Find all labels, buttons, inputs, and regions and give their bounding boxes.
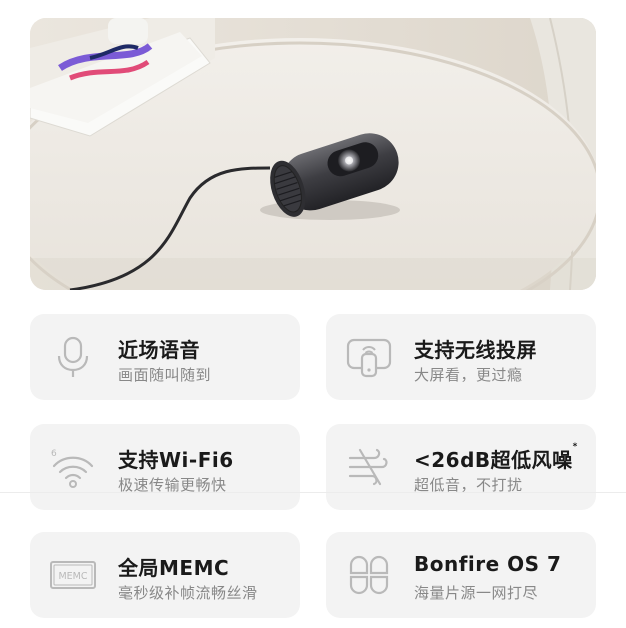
divider: [0, 492, 626, 493]
bonfire-os-icon: [349, 555, 389, 595]
feature-card-memc: MEMC 全局MEMC 毫秒级补帧流畅丝滑: [30, 532, 300, 618]
feature-title: 全局MEMC: [118, 556, 230, 580]
feature-title: 支持Wi-Fi6: [118, 448, 234, 472]
feature-card-wifi6: 6 支持Wi-Fi6 极速传输更畅快: [30, 424, 300, 510]
feature-card-wireless-cast: 支持无线投屏 大屏看，更过瘾: [326, 314, 596, 400]
wireless-cast-icon: [346, 338, 392, 378]
footnote-mark: *: [572, 442, 578, 452]
feature-subtitle: 毫秒级补帧流畅丝滑: [118, 584, 258, 602]
feature-title: 近场语音: [118, 338, 200, 362]
microphone-icon: [57, 336, 89, 377]
wifi6-icon: 6: [51, 449, 94, 488]
feature-card-low-noise: <26dB超低风噪* 超低音，不打扰: [326, 424, 596, 510]
feature-title: Bonfire OS 7: [414, 552, 562, 576]
feature-card-voice: 近场语音 画面随叫随到: [30, 314, 300, 400]
feature-title-text: <26dB超低风噪: [414, 448, 573, 472]
feature-subtitle: 画面随叫随到: [118, 366, 212, 384]
svg-text:6: 6: [51, 449, 57, 459]
memc-icon-text: MEMC: [58, 571, 87, 582]
feature-subtitle: 大屏看，更过瘾: [414, 366, 523, 384]
feature-title: 支持无线投屏: [414, 338, 537, 362]
feature-subtitle: 海量片源一网打尽: [414, 584, 539, 602]
feature-title: <26dB超低风噪*: [414, 442, 578, 473]
wind-noise-icon: [348, 448, 388, 486]
hero-product-image: [30, 18, 596, 290]
memc-icon: MEMC: [50, 561, 96, 589]
feature-card-bonfire-os: Bonfire OS 7 海量片源一网打尽: [326, 532, 596, 618]
projector-scene: [30, 18, 596, 290]
